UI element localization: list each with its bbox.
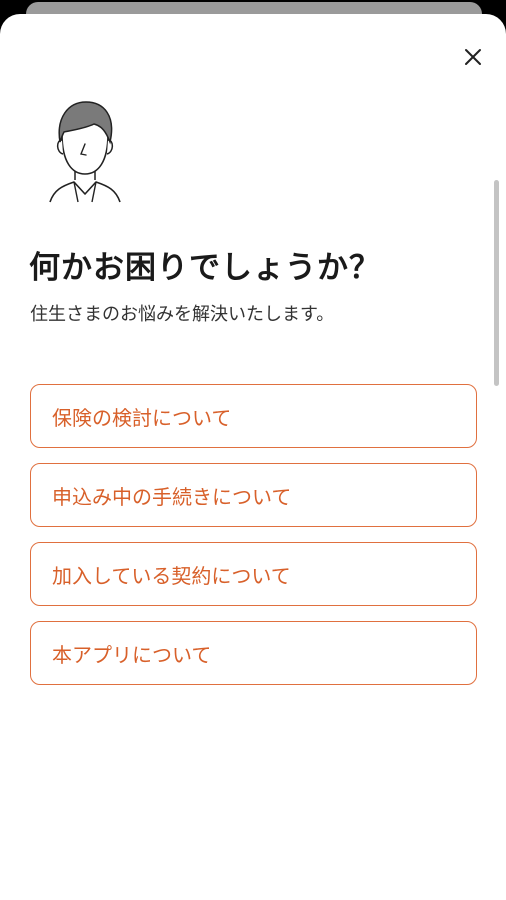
option-insurance-consideration-button[interactable]: 保険の検討について	[30, 384, 477, 448]
dialog-subtitle: 住生さまのお悩みを解決いたします。	[30, 304, 335, 325]
person-avatar-icon	[48, 98, 122, 204]
close-icon	[465, 49, 481, 65]
option-current-contract-button[interactable]: 加入している契約について	[30, 542, 477, 606]
help-bottom-sheet: 何かお困りでしょうか？ 住生さまのお悩みを解決いたします。 保険の検討について …	[0, 14, 506, 900]
option-application-procedure-button[interactable]: 申込み中の手続きについて	[30, 463, 477, 527]
dialog-title: 何かお困りでしょうか？	[29, 250, 381, 286]
close-button[interactable]	[460, 44, 486, 70]
scrollbar[interactable]	[494, 180, 499, 386]
option-about-app-button[interactable]: 本アプリについて	[30, 621, 477, 685]
